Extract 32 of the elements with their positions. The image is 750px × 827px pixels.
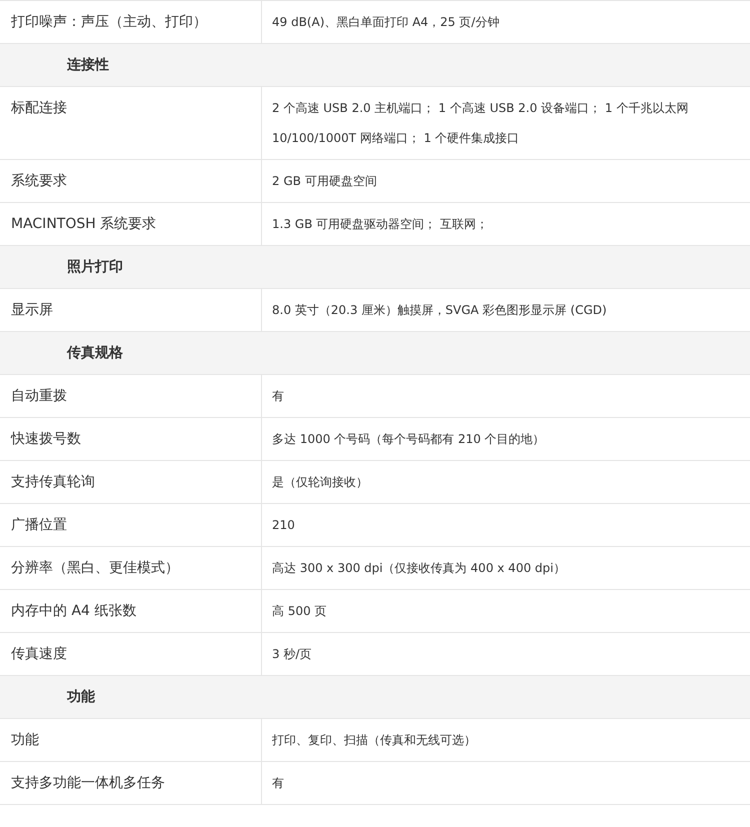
spec-value: 多达 1000 个号码（每个号码都有 210 个目的地） bbox=[272, 431, 546, 448]
spec-value: 高达 300 x 300 dpi（仅接收传真为 400 x 400 dpi） bbox=[272, 560, 566, 577]
section-header: 传真规格 bbox=[0, 331, 750, 374]
spec-value: 49 dB(A)、黑白单面打印 A4，25 页/分钟 bbox=[272, 14, 500, 31]
spec-label: 分辨率（黑白、更佳模式） bbox=[11, 559, 179, 578]
spec-value: 8.0 英寸（20.3 厘米）触摸屏，SVGA 彩色图形显示屏 (CGD) bbox=[272, 302, 608, 319]
spec-label: 显示屏 bbox=[11, 301, 53, 320]
spec-value: 打印、复印、扫描（传真和无线可选） bbox=[272, 732, 477, 749]
spec-label: 系统要求 bbox=[11, 172, 67, 191]
spec-label: 快速拨号数 bbox=[11, 430, 81, 449]
spec-label: 自动重拨 bbox=[11, 387, 67, 406]
section-header: 连接性 bbox=[0, 43, 750, 86]
spec-value: 高 500 页 bbox=[272, 603, 328, 620]
spec-label: 打印噪声：声压（主动、打印） bbox=[11, 13, 207, 32]
spec-value: 是（仅轮询接收） bbox=[272, 474, 369, 491]
spec-label: 功能 bbox=[11, 731, 39, 750]
spec-value: 210 bbox=[272, 517, 296, 534]
spec-label: 传真速度 bbox=[11, 645, 67, 664]
section-header: 照片打印 bbox=[0, 245, 750, 288]
spec-value: 有 bbox=[272, 775, 285, 792]
spec-label: 内存中的 A4 纸张数 bbox=[11, 602, 136, 621]
spec-label: 支持多功能一体机多任务 bbox=[11, 774, 165, 793]
spec-value: 2 GB 可用硬盘空间 bbox=[272, 173, 378, 190]
section-header: 功能 bbox=[0, 675, 750, 718]
spec-value: 1.3 GB 可用硬盘驱动器空间； 互联网； bbox=[272, 216, 490, 233]
spec-value: 2 个高速 USB 2.0 主机端口； 1 个高速 USB 2.0 设备端口； 1 个千兆以太网 10/100/1000T 网络端口； 1 个硬件集成接口 bbox=[272, 100, 690, 147]
spec-label: MACINTOSH 系统要求 bbox=[11, 215, 156, 234]
spec-label: 标配连接 bbox=[11, 99, 67, 118]
spec-label: 广播位置 bbox=[11, 516, 67, 535]
spec-value: 有 bbox=[272, 388, 285, 405]
spec-value: 3 秒/页 bbox=[272, 646, 312, 663]
spec-label: 支持传真轮询 bbox=[11, 473, 95, 492]
